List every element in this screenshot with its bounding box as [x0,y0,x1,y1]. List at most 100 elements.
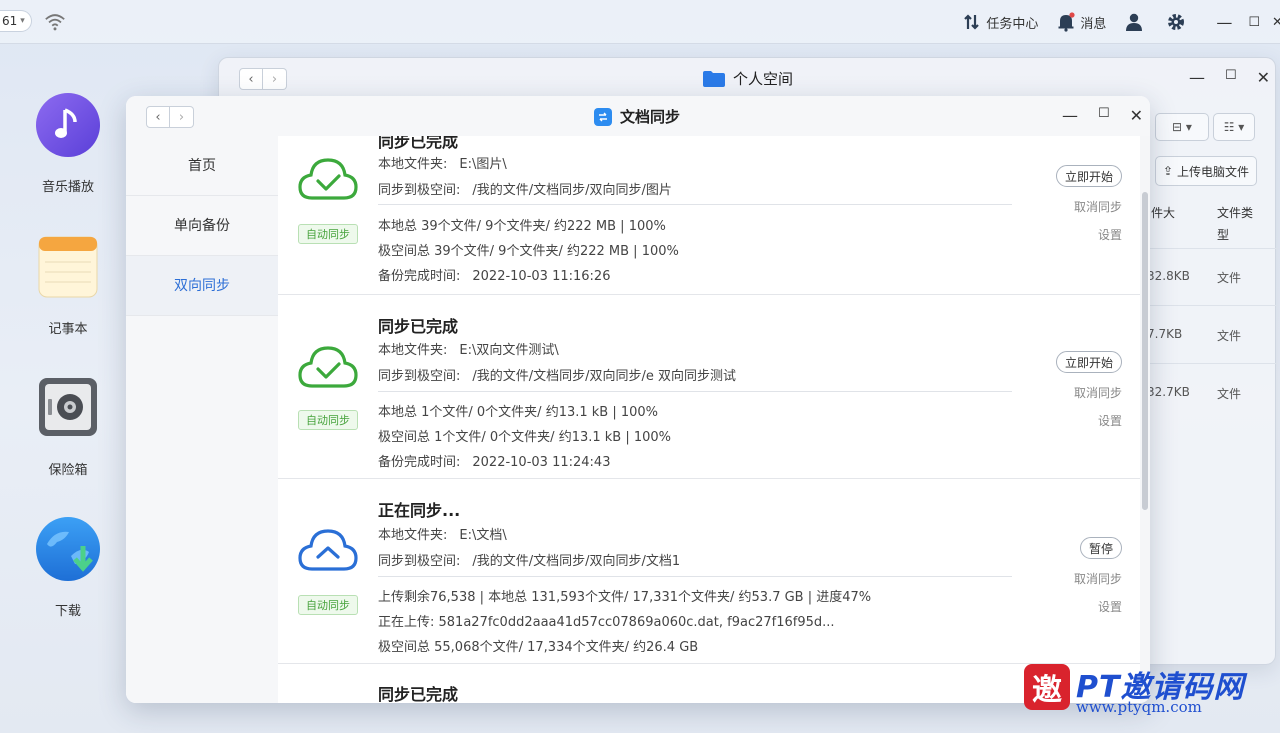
column-header-type[interactable]: 文件类型 [1217,202,1257,246]
maximize-button[interactable]: ☐ [1098,106,1110,125]
scrollbar-thumb[interactable] [1142,192,1148,510]
close-button[interactable]: ✕ [1257,68,1270,87]
desktop-app-download[interactable]: 下载 [28,516,108,619]
window-title-text: 文档同步 [620,108,681,126]
sidebar-item-one-way-backup[interactable]: 单向备份 [126,196,278,256]
finish-time-label: 备份完成时间: [378,455,461,470]
view-mode-button[interactable]: ☷ ▾ [1213,113,1255,141]
window-title: 个人空间 [703,68,793,89]
app-label: 保险箱 [48,463,88,478]
window-titlebar: ‹ › 文档同步 — ☐ ✕ [126,96,1150,136]
transfer-icon [964,14,980,30]
watermark-url: www.ptyqm.com [1076,698,1202,716]
syncing-icon [298,529,358,571]
notepad-icon [38,236,98,298]
sync-task-card: 正在同步... 本地文件夹: E:\文档\ 同步到极空间: /我的文件/文档同步/双… [278,479,1140,664]
safe-icon [39,378,97,436]
task-center-button[interactable]: 任务中心 [962,12,1038,32]
task-status-title: 同步已完成 [378,136,459,151]
settings-link[interactable]: 设置 [1062,598,1122,615]
file-size: 32.8KB [1147,269,1190,283]
task-center-label: 任务中心 [986,16,1039,32]
desktop-app-music[interactable]: 音乐播放 [28,92,108,195]
desktop-app-notepad[interactable]: 记事本 [28,234,108,337]
settings-link[interactable]: 设置 [1062,226,1122,243]
local-folder-value: E:\图片\ [459,157,507,172]
remote-folder-label: 同步到极空间: [378,369,461,384]
sync-task-card: 同步已完成 本地文件夹: E:\双向文件测试\ 同步到极空间: /我的文件/文档同步… [278,295,1140,479]
sync-complete-icon [298,346,358,388]
window-title: 文档同步 [594,106,680,127]
doc-sync-icon [594,107,612,126]
auto-sync-tag: 自动同步 [298,224,358,244]
pause-button[interactable]: 暂停 [1080,537,1122,559]
sort-button[interactable]: ⊟ ▾ [1155,113,1209,141]
file-type: 文件 [1217,329,1242,343]
minimize-button[interactable]: — [1189,68,1205,87]
sidebar-item-two-way-sync[interactable]: 双向同步 [126,256,278,316]
forward-button[interactable]: › [170,106,194,128]
desktop-app-safe[interactable]: 保险箱 [28,375,108,478]
chevron-down-icon: ▾ [20,16,25,26]
auto-sync-tag: 自动同步 [298,595,358,615]
sidebar-item-home[interactable]: 首页 [126,136,278,196]
local-folder-label: 本地文件夹: [378,528,448,543]
back-button[interactable]: ‹ [146,106,170,128]
settings-button[interactable] [1166,12,1186,32]
finish-time-label: 备份完成时间: [378,269,461,284]
maximize-button[interactable]: ☐ [1248,15,1260,30]
scrollbar[interactable] [1140,136,1150,703]
wifi-icon[interactable] [44,11,66,33]
close-button[interactable]: ✕ [1130,106,1143,125]
upload-pc-files-button[interactable]: ⇪ 上传电脑文件 [1155,156,1257,186]
remote-folder-label: 同步到极空间: [378,183,461,198]
sync-task-card: 同步已完成 [278,664,1140,703]
cancel-sync-link[interactable]: 取消同步 [1062,198,1122,215]
minimize-button[interactable]: — [1216,13,1232,32]
folder-icon [703,70,725,87]
task-status-title: 同步已完成 [378,317,459,336]
finish-time-value: 2022-10-03 11:24:43 [472,455,611,470]
local-folder-value: E:\双向文件测试\ [459,343,559,358]
user-button[interactable] [1124,12,1144,32]
minimize-button[interactable]: — [1062,106,1078,125]
workspace-badge[interactable]: 61 ▾ [0,10,32,32]
app-label: 下载 [54,604,81,619]
remote-stats: 极空间总 55,068个文件/ 17,334个文件夹/ 约26.4 GB [378,640,699,655]
start-now-button[interactable]: 立即开始 [1056,165,1122,187]
settings-link[interactable]: 设置 [1062,412,1122,429]
remote-folder-value: /我的文件/文档同步/双向同步/文档1 [472,554,681,569]
task-status-title: 正在同步... [378,501,461,520]
start-now-button[interactable]: 立即开始 [1056,351,1122,373]
list-view-icon: ☷ ▾ [1223,120,1245,134]
messages-label: 消息 [1080,16,1107,32]
system-topbar: 61 ▾ 任务中心 消息 — ☐ ✕ [0,0,1280,44]
user-icon [1126,13,1143,31]
column-header-size[interactable]: 件大 [1151,202,1175,224]
local-folder-label: 本地文件夹: [378,157,448,172]
app-label: 记事本 [48,322,88,337]
watermark: 邀 PT邀请码网 www.ptyqm.com [1024,662,1274,718]
local-folder-label: 本地文件夹: [378,343,448,358]
remote-folder-value: /我的文件/文档同步/双向同步/图片 [472,183,672,198]
maximize-button[interactable]: ☐ [1225,68,1237,87]
messages-button[interactable]: 消息 [1056,12,1106,32]
download-icon [36,517,100,581]
remote-folder-value: /我的文件/文档同步/双向同步/e 双向同步测试 [472,369,737,384]
forward-button[interactable]: › [263,68,287,90]
sync-task-card: 同步已完成 本地文件夹: E:\图片\ 同步到极空间: /我的文件/文档同步/双向同… [278,136,1140,295]
sort-icon: ⊟ ▾ [1172,120,1192,134]
sync-complete-icon [298,158,358,200]
cancel-sync-link[interactable]: 取消同步 [1062,384,1122,401]
sync-sidebar: 首页 单向备份 双向同步 [126,136,278,703]
local-folder-value: E:\文档\ [459,528,507,543]
auto-sync-tag: 自动同步 [298,410,358,430]
sync-progress-stats: 上传剩余76,538 | 本地总 131,593个文件/ 17,331个文件夹/… [378,590,872,605]
remote-folder-label: 同步到极空间: [378,554,461,569]
doc-sync-window: ‹ › 文档同步 — ☐ ✕ 首页 单向备份 双向同步 同步已完成 本地文件夹:… [126,96,1150,703]
back-button[interactable]: ‹ [239,68,263,90]
badge-number: 61 [2,14,18,28]
cancel-sync-link[interactable]: 取消同步 [1062,570,1122,587]
watermark-logo: 邀 [1024,664,1070,710]
close-button[interactable]: ✕ [1272,15,1280,30]
